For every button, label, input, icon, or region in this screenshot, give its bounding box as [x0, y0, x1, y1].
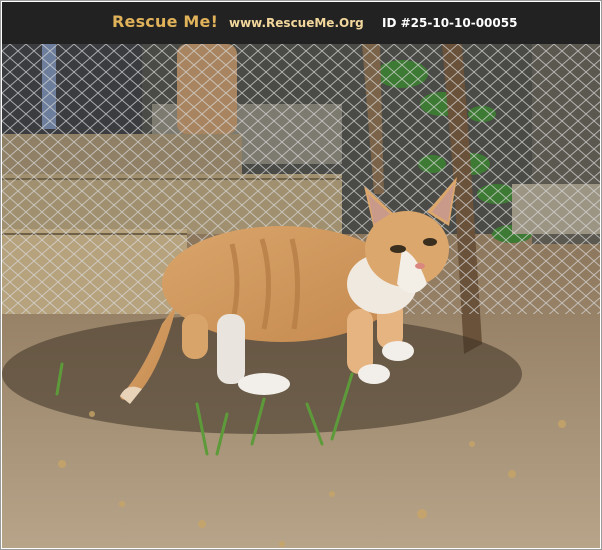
listing-frame: Rescue Me! www.RescueMe.Org ID #25-10-10…	[0, 0, 602, 550]
pet-id-label: ID #25-10-10-00055	[382, 16, 518, 30]
site-url-link[interactable]: www.RescueMe.Org	[229, 16, 364, 30]
header-bar: Rescue Me! www.RescueMe.Org ID #25-10-10…	[2, 2, 600, 44]
brand-logo-text[interactable]: Rescue Me!	[112, 12, 218, 31]
cat-photo	[2, 44, 600, 548]
